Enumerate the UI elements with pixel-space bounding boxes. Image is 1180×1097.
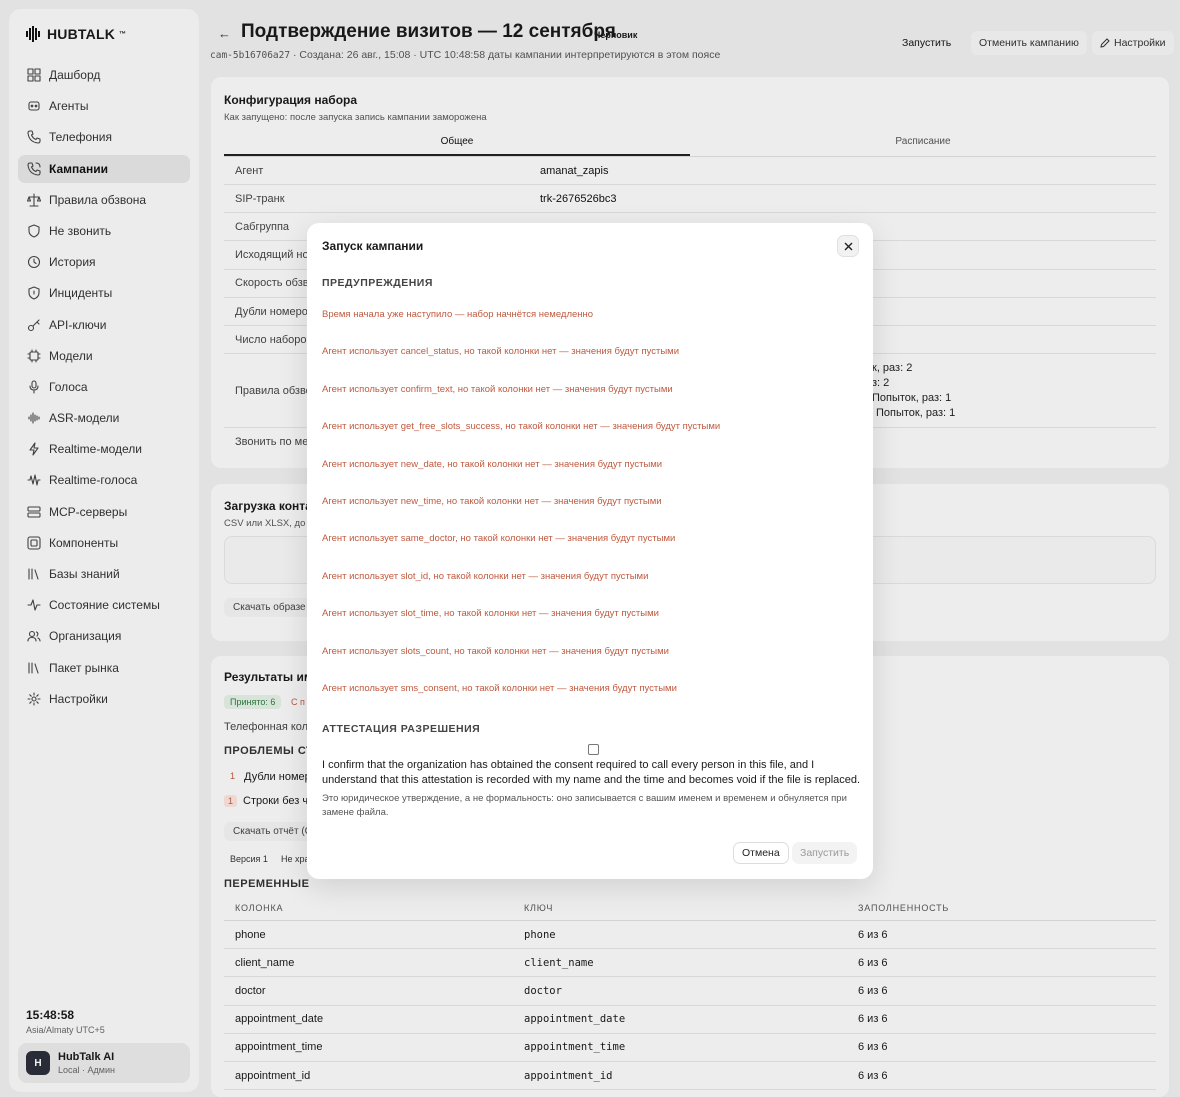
close-x-icon (844, 242, 852, 250)
modal-launch-button[interactable]: Запустить (792, 842, 858, 864)
warning-item: Агент использует new_date, но такой коло… (322, 458, 663, 470)
warning-item: Агент использует new_time, но такой коло… (322, 496, 662, 507)
modal-cancel-button[interactable]: Отмена (733, 842, 789, 864)
warning-item: Агент использует get_free_slots_success,… (322, 421, 721, 433)
warning-item: Агент использует slot_time, но такой кол… (322, 608, 659, 620)
warning-item: Время начала уже наступило — набор начнё… (322, 309, 594, 320)
attestation-note: Это юридическое утверждение, а не формал… (322, 793, 847, 818)
close-icon[interactable] (838, 236, 858, 256)
attestation-checkbox[interactable] (588, 744, 599, 755)
attestation-heading: АТТЕСТАЦИЯ РАЗРЕШЕНИЯ (322, 723, 481, 735)
launch-modal: Запуск кампании ПРЕДУПРЕЖДЕНИЯ Время нач… (307, 223, 873, 879)
warning-item: Агент использует slots_count, но такой к… (322, 645, 669, 657)
warning-item: Агент использует confirm_text, но такой … (322, 383, 673, 395)
attestation-text: I confirm that the organization has obta… (322, 759, 861, 786)
warnings-heading: ПРЕДУПРЕЖДЕНИЯ (322, 277, 433, 289)
warning-item: Агент использует slot_id, но такой колон… (322, 570, 649, 582)
modal-title: Запуск кампании (322, 239, 424, 253)
warning-item: Агент использует same_doctor, но такой к… (322, 533, 676, 545)
warning-item: Агент использует sms_consent, но такой к… (322, 683, 677, 694)
warning-item: Агент использует cancel_status, но такой… (322, 346, 680, 358)
